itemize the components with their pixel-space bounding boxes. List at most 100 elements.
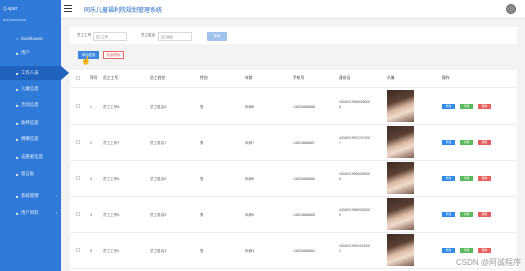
cell-emp-no: 员工工号4 [103,249,120,253]
column-header: 性别 [200,76,208,80]
grid-icon: ■ [16,154,19,160]
batch-delete-button[interactable]: 批量删除 [103,51,124,59]
app-title: 同乐儿童福利院规划管理系统 [84,8,163,14]
cell-index: 4 [90,213,92,217]
search-panel: 员工工号 员工姓名 查询 [70,27,517,44]
emp-no-input[interactable] [93,32,127,41]
sidebar-item-label: 用户 [21,50,30,55]
cell-gender: 男 [200,177,204,181]
cell-emp-no: 员工工号7 [103,141,120,145]
cell-phone: 13823888884 [293,249,315,253]
grid-icon: ■ [16,50,19,56]
edit-row-button[interactable]: 修改 [442,140,455,145]
sidebar-item[interactable]: ⌂ Dashboard [0,31,61,45]
emp-name-input[interactable] [158,32,192,41]
logo-text: aper [7,6,18,12]
column-header: 头像 [387,76,395,80]
topbar: 同乐儿童福利院规划管理系统 [61,0,525,19]
cell-age: 年龄5 [245,213,255,217]
row-checkbox[interactable] [76,140,80,144]
cell-id-card: 440300199505050005 [339,208,371,217]
sidebar-item[interactable]: ■ 系统管理 ‹ [0,189,61,203]
grid-icon: ■ [16,136,19,142]
column-header: 员工姓名 [150,76,166,80]
view-row-button[interactable]: 详情 [460,140,473,145]
avatar-photo [387,162,414,194]
sidebar-item[interactable]: ■ 收养信息 [0,116,61,130]
sidebar-item[interactable]: ■ 工作人员 [0,66,61,80]
row-checkbox[interactable] [76,176,80,180]
edit-row-button[interactable]: 修改 [442,212,455,217]
select-all-checkbox[interactable] [76,76,80,80]
delete-row-button[interactable]: 删除 [478,104,491,109]
divider [70,124,517,125]
grid-icon: ■ [16,210,19,216]
cell-id-card: 440300199606060006 [339,172,371,181]
cell-index: 1 [90,105,92,109]
cell-index: 5 [90,249,92,253]
emp-name-label: 员工姓名 [141,33,156,37]
view-row-button[interactable]: 详情 [460,212,473,217]
cell-name: 员工姓名6 [150,177,167,181]
chevron-left-icon: ‹ [55,194,57,198]
row-checkbox[interactable] [76,212,80,216]
sidebar-item-label: 用户资料 [21,210,39,215]
avatar-photo [387,126,414,158]
edit-row-button[interactable]: 修改 [442,248,455,253]
cell-name: 员工姓名8 [150,105,167,109]
grid-icon: ■ [16,120,19,126]
grid-icon: ■ [16,171,19,177]
cell-emp-no: 员工工号6 [103,177,120,181]
sidebar-item-label: 系统管理 [21,193,39,198]
view-row-button[interactable]: 详情 [460,104,473,109]
sidebar-item-label: 儿童信息 [21,86,39,91]
sidebar-item[interactable]: ■ 用户 [0,46,61,60]
cell-age: 年龄6 [245,177,255,181]
sidebar-item[interactable]: ■ 儿童信息 [0,82,61,96]
user-avatar-icon[interactable] [506,4,516,14]
watermark: CSDN @阿诚程序 [455,258,521,267]
mouse-cursor-icon: ☝ [81,56,91,65]
cell-gender: 男 [200,105,204,109]
menu-toggle-icon[interactable] [64,5,72,12]
cell-age: 年龄8 [245,105,255,109]
row-checkbox[interactable] [76,248,80,252]
avatar-photo [387,234,414,266]
cell-phone: 13823888888 [293,105,315,109]
delete-row-button[interactable]: 删除 [478,140,491,145]
row-checkbox[interactable] [76,104,80,108]
cell-id-card: 440300199808080008 [339,100,371,109]
emp-no-label: 员工工号 [77,33,92,37]
view-row-button[interactable]: 详情 [460,248,473,253]
cell-emp-no: 员工工号5 [103,213,120,217]
sidebar-item[interactable]: ■ 留言板 [0,167,61,181]
divider [70,232,517,233]
sidebar-item[interactable]: ■ 捐赠信息 [0,132,61,146]
sidebar-item[interactable]: ■ 志愿者信息 [0,150,61,164]
grid-icon: ■ [16,70,19,76]
logo-mark-icon: ◊ [3,5,7,13]
avatar-photo [387,198,414,230]
grid-icon: ■ [16,193,19,199]
column-header: 员工工号 [103,76,119,80]
sidebar-item[interactable]: ■ 用户资料 ‹ [0,206,61,220]
view-row-button[interactable]: 详情 [460,176,473,181]
cell-name: 员工姓名7 [150,141,167,145]
cell-name: 员工姓名5 [150,213,167,217]
cell-emp-no: 员工工号8 [103,105,120,109]
sidebar-item[interactable]: ■ 活动信息 [0,98,61,112]
grid-icon: ■ [16,86,19,92]
edit-row-button[interactable]: 修改 [442,104,455,109]
cell-gender: 男 [200,249,204,253]
delete-row-button[interactable]: 删除 [478,176,491,181]
cell-gender: 男 [200,141,204,145]
search-button[interactable]: 查询 [207,32,227,41]
delete-row-button[interactable]: 删除 [478,212,491,217]
cell-index: 2 [90,141,92,145]
sidebar-item-label: Dashboard [21,35,43,41]
app-logo: ◊ aper [0,0,61,18]
edit-row-button[interactable]: 修改 [442,176,455,181]
column-header: 操作 [442,76,450,80]
cell-gender: 男 [200,213,204,217]
delete-row-button[interactable]: 删除 [478,248,491,253]
